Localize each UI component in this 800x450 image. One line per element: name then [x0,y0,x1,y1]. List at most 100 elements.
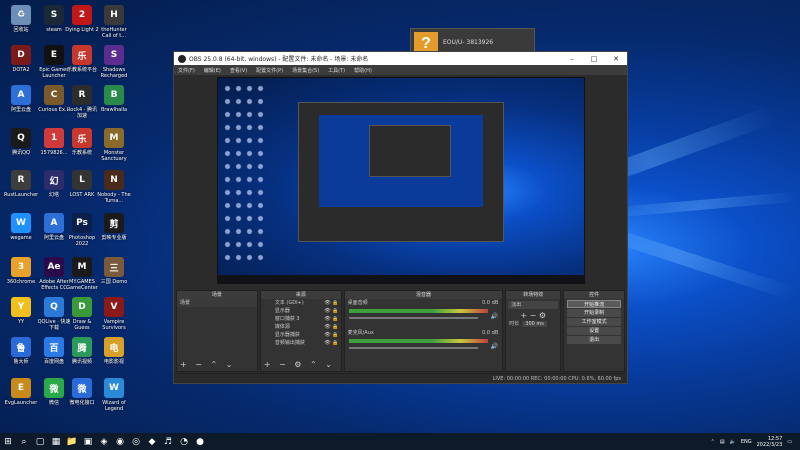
taskbar-app-icon[interactable]: ▦ [48,433,64,450]
lock-icon[interactable]: 🔒 [332,323,338,331]
transition-select[interactable]: 淡出 [508,301,559,309]
desktop-icon[interactable]: Y YY [4,297,38,325]
network-icon[interactable]: ▤ [720,439,725,445]
desktop-icon[interactable]: 电电影影视 [97,337,131,365]
taskbar-app-icon[interactable]: ▣ [80,433,96,450]
obs-titlebar[interactable]: OBS 25.0.8 (64-bit, windows) - 配置文件: 未命名… [174,52,627,65]
desktop-icon-label: 鲁大师 [13,359,29,365]
eye-icon[interactable]: 👁 [324,331,330,339]
volume-slider[interactable] [348,317,479,319]
clock[interactable]: 12:57 2022/3/23 [757,436,783,448]
taskbar-app-icon[interactable]: 📁 [64,433,80,450]
sources-tools[interactable]: + − ⚙ ⌃ ⌄ [264,360,335,369]
desktop-icon[interactable]: V Vampire Survivors [97,297,131,331]
desktop-icon[interactable]: S Shadows Recharged [97,45,131,79]
desktop-icon[interactable]: R RustLauncher [4,170,38,198]
desktop-icon[interactable]: Wwegame [4,213,38,241]
transition-add-remove[interactable]: + − ⚙ [506,311,560,320]
taskbar-app-icon[interactable]: ◎ [128,433,144,450]
desktop-icon[interactable]: 乐乐教系统平台 [65,45,99,73]
desktop-icon[interactable]: 鲁鲁大师 [4,337,38,365]
desktop-icon[interactable]: E EvgLauncher [4,378,38,406]
minimize-icon[interactable]: – [561,55,583,63]
desktop-icon[interactable]: ♻ 回收站 [4,5,38,33]
menu-item[interactable]: 编辑(E) [204,67,221,74]
taskbar-app-icon[interactable]: ◈ [96,433,112,450]
maximize-icon[interactable]: □ [583,55,605,63]
lock-icon[interactable]: 🔒 [332,339,338,347]
desktop-icon[interactable]: 剪剪映专业版 [97,213,131,241]
close-icon[interactable]: ✕ [605,55,627,63]
taskbar-app-icon[interactable]: ▢ [32,433,48,450]
search-icon[interactable]: ⌕ [16,433,32,450]
desktop-icon[interactable]: D DOTA2 [4,45,38,73]
menu-item[interactable]: 文件(F) [178,67,195,74]
desktop-icon[interactable]: A 阿里云盘 [4,85,38,113]
eye-icon[interactable]: 👁 [324,323,330,331]
control-button[interactable]: 设置 [567,327,621,335]
source-item[interactable]: 媒体源 👁 🔒 [261,323,341,331]
menu-item[interactable]: 查看(V) [230,67,247,74]
taskbar-app-icon[interactable]: ◉ [112,433,128,450]
source-item[interactable]: 音频输出捕获 👁 🔒 [261,339,341,347]
lock-icon[interactable]: 🔒 [332,331,338,339]
start-icon[interactable]: ⊞ [0,433,16,450]
lock-icon[interactable]: 🔒 [332,307,338,315]
scenes-tools[interactable]: + − ⌃ ⌄ [180,360,235,369]
control-button[interactable]: 工作室模式 [567,318,621,326]
control-button[interactable]: 退出 [567,336,621,344]
lock-icon[interactable]: 🔒 [332,315,338,323]
source-item[interactable]: 显示器捕获 👁 🔒 [261,331,341,339]
menu-item[interactable]: 工具(T) [328,67,345,74]
obs-preview[interactable] [217,77,585,284]
desktop-icon[interactable]: L LOST ARK [65,170,99,198]
obs-logo-icon [178,54,186,63]
taskbar-app-icon[interactable]: ♬ [160,433,176,450]
eye-icon[interactable]: 👁 [324,315,330,323]
desktop-icon[interactable]: HtheHunter Call of t... [97,5,131,39]
menu-item[interactable]: 帮助(H) [354,67,372,74]
speaker-icon[interactable]: 🔊 [491,313,498,320]
desktop-icon[interactable]: 3 360chrome [4,257,38,285]
menu-item[interactable]: 配置文件(P) [256,67,283,74]
chevron-up-icon[interactable]: ⌃ [711,439,715,445]
taskbar-app-icon[interactable]: ◆ [144,433,160,450]
speaker-icon[interactable]: 🔊 [491,343,498,350]
desktop-icon[interactable]: M MY.GAMES GameCenter [65,257,99,291]
desktop-icon[interactable]: W Wizard of Legend [97,378,131,412]
source-item[interactable]: 显示器 👁 🔒 [261,307,341,315]
eye-icon[interactable]: 👁 [324,307,330,315]
desktop-icon[interactable]: D Draw & Guess [65,297,99,331]
desktop-icon[interactable]: 2 Dying Light 2 [65,5,99,33]
eye-icon[interactable]: 👁 [324,339,330,347]
source-item[interactable]: 文本 (GDI+) 👁 🔒 [261,299,341,307]
source-item[interactable]: 窗口捕获 3 👁 🔒 [261,315,341,323]
desktop-icon[interactable]: 微微电化接口 [65,378,99,406]
volume-icon[interactable]: 🔈 [730,439,736,445]
control-button[interactable]: 开始推流 [567,300,621,308]
desktop-icon[interactable]: 乐乐教系统 [65,128,99,156]
duration-input[interactable]: 300 ms [522,320,547,327]
desktop-icon[interactable]: B Brawlhalla [97,85,131,113]
source-label: 显示器捕获 [274,332,300,338]
scene-item[interactable]: 场景 [177,299,257,307]
taskbar-app-icon[interactable]: ● [192,433,208,450]
desktop-icon[interactable]: M Monster Sanctuary [97,128,131,162]
app-icon: D [11,45,31,65]
eye-icon[interactable]: 👁 [324,299,330,307]
desktop-icon[interactable]: 腾腾讯视频 [65,337,99,365]
control-button[interactable]: 开始录制 [567,309,621,317]
notification-icon[interactable]: ▭ [787,439,792,445]
volume-slider[interactable] [348,347,479,349]
desktop-icon[interactable]: R Rock4 · 腾讯加速 [65,85,99,119]
desktop-icon[interactable]: Q 腾讯QQ [4,128,38,156]
desktop-icon[interactable]: Ps Photoshop 2022 [65,213,99,247]
lock-icon[interactable]: 🔒 [332,299,338,307]
taskbar-app-icon[interactable]: ◔ [176,433,192,450]
menu-item[interactable]: 场景集合(S) [292,67,319,74]
desktop-icon-label: 360chrome [6,279,36,285]
language-indicator[interactable]: ENG [741,439,752,445]
obs-window[interactable]: OBS 25.0.8 (64-bit, windows) - 配置文件: 未命名… [173,51,628,384]
desktop-icon[interactable]: N Nobody - The Turna... [97,170,131,204]
desktop-icon[interactable]: 三三国 Demo [97,257,131,285]
